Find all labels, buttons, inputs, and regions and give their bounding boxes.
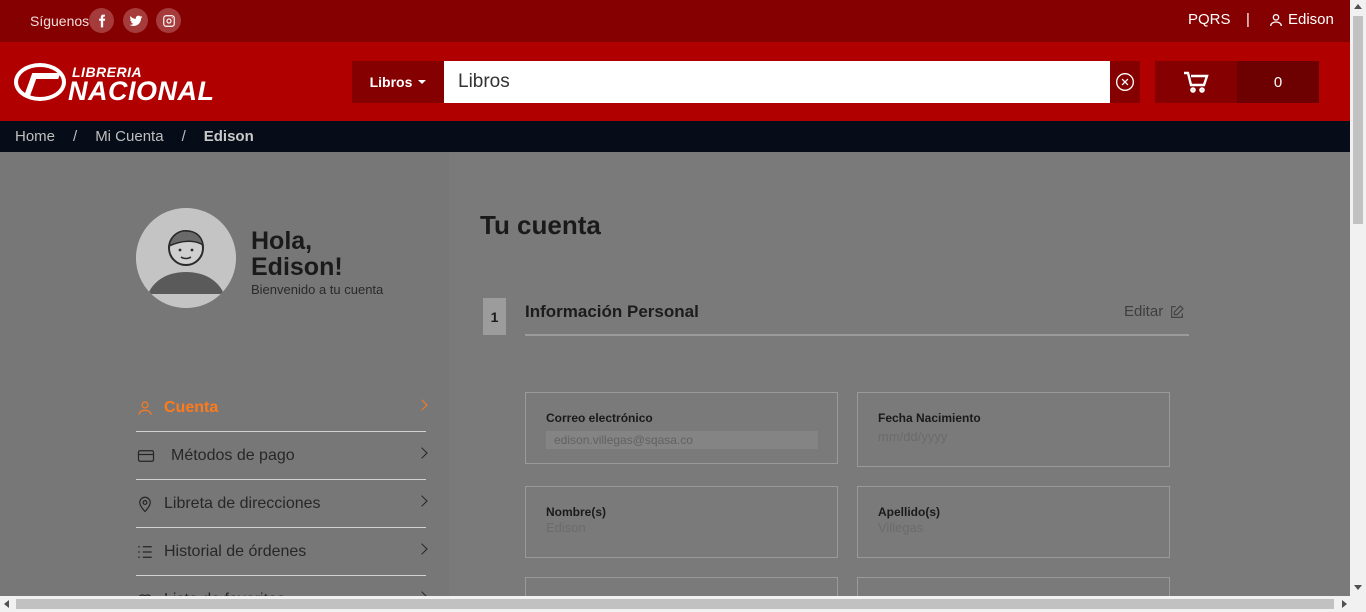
location-pin-icon	[136, 495, 154, 513]
logo-mark-icon	[14, 63, 66, 101]
caret-down-icon	[418, 80, 427, 84]
close-circle-icon	[1116, 73, 1134, 91]
menu-item-label: Libreta de direcciones	[164, 494, 321, 512]
field-label: Nombre(s)	[546, 505, 607, 519]
menu-item-label: Métodos de pago	[171, 446, 295, 464]
instagram-icon[interactable]	[156, 8, 181, 33]
first-name-field[interactable]: Nombre(s) Edison	[525, 486, 838, 558]
top-bar: Síguenos PQRS | Edison	[0, 0, 1350, 42]
user-name: Edison	[1288, 11, 1334, 28]
greeting-line-1: Hola,	[251, 227, 313, 255]
facebook-icon[interactable]	[89, 8, 114, 33]
section-title: Información Personal	[525, 302, 699, 321]
menu-item-historial-de-ordenes[interactable]: Historial de órdenes	[136, 528, 428, 576]
account-sidebar: Hola, Edison! Bienvenido a tu cuenta Cue…	[0, 152, 449, 608]
chevron-right-icon	[416, 447, 428, 459]
email-field[interactable]: Correo electrónico edison.villegas@sqasa…	[525, 392, 838, 464]
breadcrumb-separator: /	[181, 128, 186, 145]
menu-item-label: Cuenta	[164, 398, 219, 416]
header: LIBRERIA NACIONAL Libros 0	[0, 42, 1350, 121]
account-menu: Cuenta Métodos de pago Libreta de direcc…	[136, 384, 428, 612]
vertical-scrollbar[interactable]	[1350, 0, 1366, 596]
horizontal-scrollbar[interactable]	[0, 596, 1366, 612]
section-divider	[525, 334, 1189, 336]
welcome-text: Bienvenido a tu cuenta	[251, 282, 384, 297]
chevron-right-icon	[416, 495, 428, 507]
edit-label: Editar	[1124, 303, 1164, 320]
field-label: Apellido(s)	[878, 505, 940, 519]
list-icon	[136, 543, 154, 561]
field-label: Correo electrónico	[546, 411, 653, 425]
breadcrumb-home[interactable]: Home	[15, 128, 55, 145]
scroll-right-icon[interactable]	[1342, 600, 1347, 608]
user-icon	[1270, 13, 1282, 26]
breadcrumb: Home / Mi Cuenta / Edison	[0, 121, 1350, 152]
menu-item-metodos-de-pago[interactable]: Métodos de pago	[136, 432, 428, 480]
breadcrumb-current: Edison	[203, 128, 254, 145]
cart-icon	[1183, 70, 1209, 94]
cart-button[interactable]: 0	[1155, 61, 1319, 103]
field-label: Fecha Nacimiento	[878, 411, 981, 425]
greeting: Hola, Edison!	[251, 228, 343, 280]
scroll-up-icon[interactable]	[1354, 4, 1362, 9]
chevron-right-icon	[416, 399, 428, 411]
breadcrumb-separator: /	[73, 128, 78, 145]
scroll-left-icon[interactable]	[4, 600, 9, 608]
scroll-thumb[interactable]	[1353, 16, 1363, 224]
birthdate-field[interactable]: Fecha Nacimiento mm/dd/yyyy	[857, 392, 1170, 467]
scroll-down-icon[interactable]	[1354, 585, 1362, 590]
greeting-line-2: Edison!	[251, 253, 343, 281]
separator: |	[1246, 11, 1250, 28]
avatar	[136, 208, 236, 308]
user-avatar-icon	[136, 208, 236, 308]
user-icon	[136, 399, 154, 417]
logo[interactable]: LIBRERIA NACIONAL	[14, 60, 224, 106]
category-label: Libros	[369, 74, 413, 90]
edit-icon	[1171, 304, 1184, 318]
pqrs-link[interactable]: PQRS	[1188, 11, 1231, 28]
breadcrumb-mi-cuenta[interactable]: Mi Cuenta	[95, 128, 163, 145]
last-name-value: Villegas	[878, 520, 924, 535]
edit-button[interactable]: Editar	[1124, 303, 1185, 320]
follow-us-label: Síguenos	[30, 13, 90, 29]
first-name-value: Edison	[546, 520, 586, 535]
category-dropdown[interactable]: Libros	[352, 61, 444, 103]
last-name-field[interactable]: Apellido(s) Villegas	[857, 486, 1170, 558]
user-account-link[interactable]: Edison	[1268, 11, 1334, 28]
step-number: 1	[483, 298, 506, 335]
scroll-thumb[interactable]	[16, 599, 1334, 609]
search-input[interactable]	[444, 61, 1110, 103]
cart-count: 0	[1237, 61, 1319, 103]
credit-card-icon	[136, 447, 156, 465]
menu-item-libreta-de-direcciones[interactable]: Libreta de direcciones	[136, 480, 428, 528]
birthdate-value: mm/dd/yyyy	[878, 429, 948, 444]
menu-item-cuenta[interactable]: Cuenta	[136, 384, 428, 432]
chevron-right-icon	[416, 543, 428, 555]
email-value: edison.villegas@sqasa.co	[546, 431, 818, 449]
page-title: Tu cuenta	[480, 210, 601, 240]
clear-search-button[interactable]	[1110, 61, 1140, 103]
logo-text-bottom: NACIONAL	[68, 76, 215, 106]
menu-item-label: Historial de órdenes	[164, 542, 307, 560]
twitter-icon[interactable]	[123, 8, 148, 33]
main-content: Tu cuenta 1 Información Personal Editar …	[449, 152, 1350, 607]
